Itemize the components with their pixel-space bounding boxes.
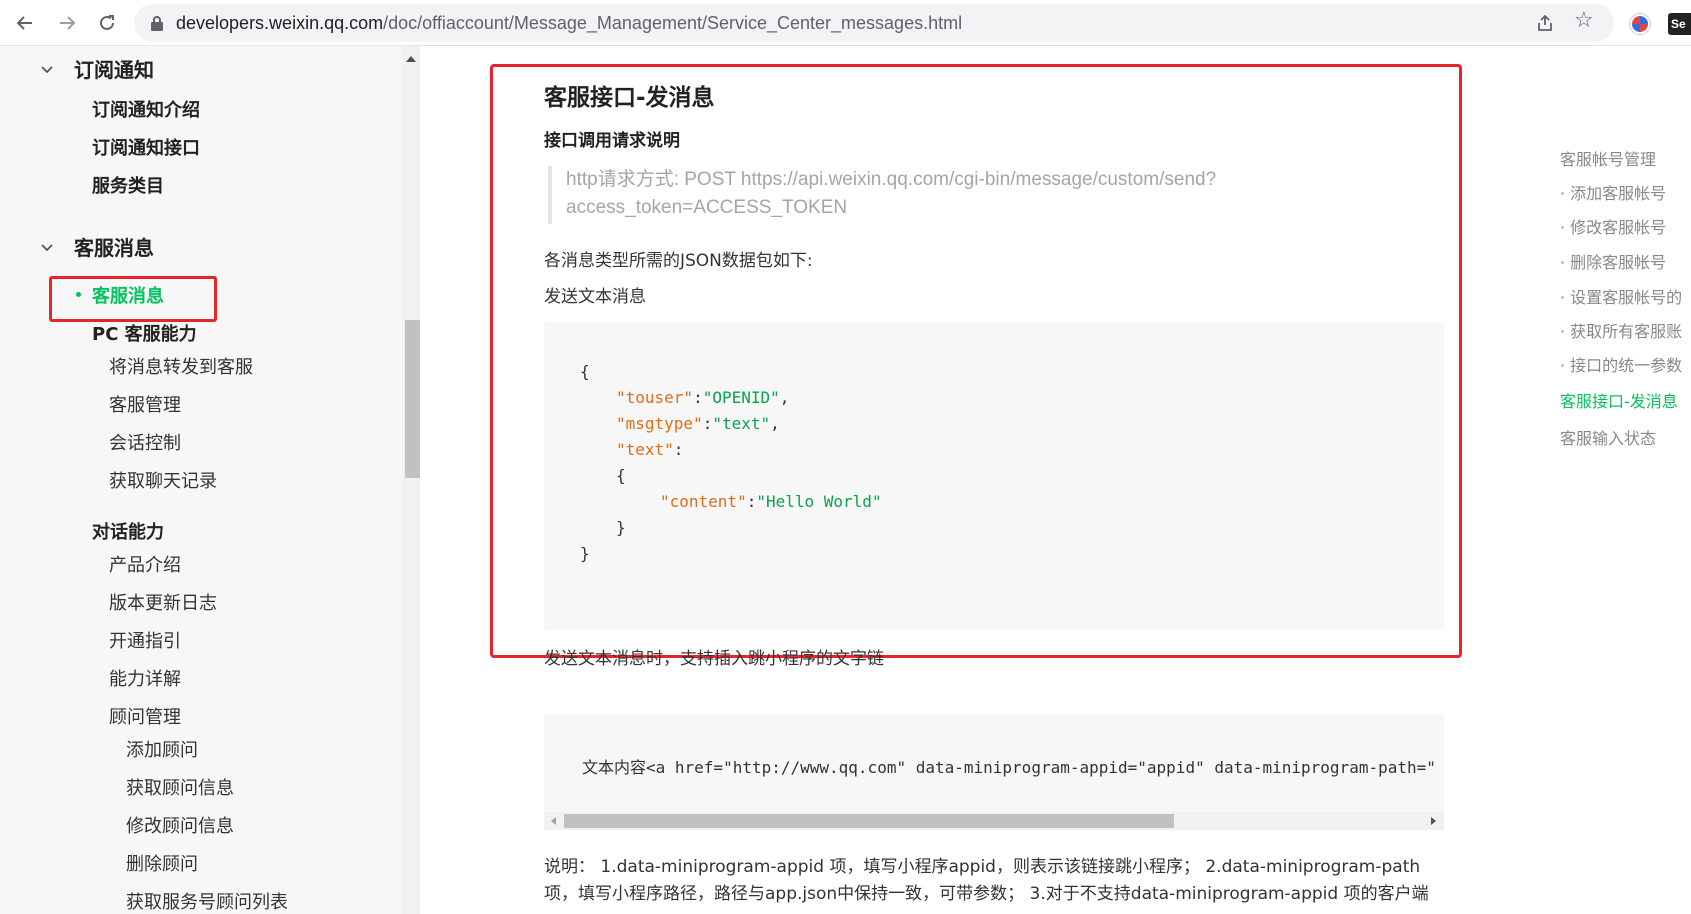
sidebar-group-dialog[interactable]: 对话能力 <box>92 518 164 544</box>
request-line-2: access_token=ACCESS_TOKEN <box>566 197 848 218</box>
sidebar-scrollbar[interactable] <box>402 46 420 914</box>
code-line-touser: "touser":"OPENID", <box>616 388 790 407</box>
lock-icon[interactable] <box>150 15 164 31</box>
sidebar-item-get-advisor[interactable]: 获取顾问信息 <box>126 774 234 800</box>
sidebar-item-service-management[interactable]: 客服管理 <box>109 391 181 417</box>
code-inner-open-brace: { <box>616 466 626 485</box>
toc-item-get-all-accounts[interactable]: · 获取所有客服账 <box>1560 318 1682 342</box>
bookmark-star-icon[interactable]: ☆ <box>1574 8 1594 33</box>
code-close-brace: } <box>580 544 590 563</box>
toc-item-send-message-active[interactable]: 客服接口-发消息 <box>1560 388 1678 412</box>
toc-item-typing-status[interactable]: 客服输入状态 <box>1560 425 1656 449</box>
extension-globe-icon[interactable] <box>1630 14 1650 34</box>
sidebar-section-subscribe[interactable]: 订阅通知 <box>40 54 154 83</box>
toc-item-delete-account[interactable]: · 删除客服帐号 <box>1560 249 1666 273</box>
highlight-box-sidebar <box>49 276 217 322</box>
code-open-brace: { <box>580 362 590 381</box>
link-code-block: 文本内容<a href="http://www.qq.com" data-min… <box>544 714 1444 830</box>
sidebar-item-add-advisor[interactable]: 添加顾问 <box>126 736 198 762</box>
sidebar-section-label: 订阅通知 <box>74 58 154 82</box>
sidebar-section-customer-message[interactable]: 客服消息 <box>40 232 154 261</box>
json-code-block: { "touser":"OPENID", "msgtype":"text", "… <box>544 322 1444 630</box>
toc-item-edit-account[interactable]: · 修改客服帐号 <box>1560 214 1666 238</box>
sidebar-item-onboarding[interactable]: 开通指引 <box>109 627 181 653</box>
request-subtitle: 接口调用请求说明 <box>544 131 680 151</box>
sidebar-item-chat-history[interactable]: 获取聊天记录 <box>109 467 217 493</box>
sidebar-item-delete-advisor[interactable]: 删除顾问 <box>126 850 198 876</box>
json-value: "text" <box>712 414 771 433</box>
link-code-line: 文本内容<a href="http://www.qq.com" data-min… <box>582 758 1436 777</box>
sidebar-item-subscribe-intro[interactable]: 订阅通知介绍 <box>92 96 200 122</box>
explanation-text: 说明： 1.data-miniprogram-appid 项，填写小程序appi… <box>544 857 1429 904</box>
code-inner-close-brace: } <box>616 518 626 537</box>
table-of-contents: 客服帐号管理 · 添加客服帐号 · 修改客服帐号 · 删除客服帐号 · 设置客服… <box>1560 46 1691 914</box>
reload-icon[interactable] <box>92 8 122 38</box>
text-message-heading: 发送文本消息 <box>544 287 646 307</box>
toc-item-account-management[interactable]: 客服帐号管理 <box>1560 146 1656 170</box>
request-blockquote: http请求方式: POST https://api.weixin.qq.com… <box>548 166 1308 224</box>
code-line-text: "text": <box>616 440 684 459</box>
link-support-text: 发送文本消息时，支持插入跳小程序的文字链 <box>544 649 884 669</box>
json-intro-text: 各消息类型所需的JSON数据包如下: <box>544 251 813 271</box>
address-bar[interactable]: developers.weixin.qq.com/doc/offiaccount… <box>134 4 1614 42</box>
browser-toolbar: developers.weixin.qq.com/doc/offiaccount… <box>0 0 1691 46</box>
sidebar-nav: 订阅通知 订阅通知介绍 订阅通知接口 服务类目 客服消息 客服消息 PC 客服能… <box>0 46 420 914</box>
toc-item-add-account[interactable]: · 添加客服帐号 <box>1560 180 1666 204</box>
code-line-content: "content":"Hello World" <box>660 492 882 511</box>
sidebar-item-subscribe-api[interactable]: 订阅通知接口 <box>92 134 200 160</box>
sidebar-section-label: 客服消息 <box>74 236 154 260</box>
url-text[interactable]: developers.weixin.qq.com/doc/offiaccount… <box>176 13 962 34</box>
json-key: "content" <box>660 492 747 511</box>
sidebar-item-session-control[interactable]: 会话控制 <box>109 429 181 455</box>
sidebar-item-service-category[interactable]: 服务类目 <box>92 172 164 198</box>
sidebar-group-pc[interactable]: PC 客服能力 <box>92 320 197 346</box>
main-content: 客服接口-发消息 接口调用请求说明 http请求方式: POST https:/… <box>440 46 1500 914</box>
forward-arrow-icon[interactable] <box>52 8 82 38</box>
sidebar-scrollbar-thumb[interactable] <box>405 320 420 478</box>
json-value: "OPENID" <box>702 388 780 407</box>
json-key: "touser" <box>616 388 694 407</box>
code-horizontal-scrollbar[interactable] <box>544 812 1444 830</box>
chevron-down-icon <box>41 243 53 251</box>
code-scrollbar-thumb[interactable] <box>564 814 1174 828</box>
sidebar-item-advisor-management[interactable]: 顾问管理 <box>109 703 181 729</box>
page-section-title: 客服接口-发消息 <box>544 85 715 111</box>
sidebar-item-product-intro[interactable]: 产品介绍 <box>109 551 181 577</box>
url-path: /doc/offiaccount/Message_Management/Serv… <box>383 13 963 33</box>
code-line-msgtype: "msgtype":"text", <box>616 414 780 433</box>
request-line-1: http请求方式: POST https://api.weixin.qq.com… <box>566 169 1217 190</box>
json-value: "Hello World" <box>756 492 882 511</box>
sidebar-item-capabilities[interactable]: 能力详解 <box>109 665 181 691</box>
scroll-up-arrow-icon[interactable] <box>406 56 416 62</box>
sidebar-item-advisor-list[interactable]: 获取服务号顾问列表 <box>126 888 288 914</box>
sidebar-item-changelog[interactable]: 版本更新日志 <box>109 589 217 615</box>
back-arrow-icon[interactable] <box>10 8 40 38</box>
json-key: "text" <box>616 440 674 459</box>
sidebar-item-edit-advisor[interactable]: 修改顾问信息 <box>126 812 234 838</box>
share-icon[interactable] <box>1536 14 1554 32</box>
toc-item-common-params[interactable]: · 接口的统一参数 <box>1560 352 1682 376</box>
scroll-right-arrow-icon[interactable] <box>1431 817 1436 825</box>
sidebar-item-forward-to-service[interactable]: 将消息转发到客服 <box>109 353 253 379</box>
chevron-down-icon <box>41 65 53 73</box>
toc-item-set-account-avatar[interactable]: · 设置客服帐号的 <box>1560 284 1682 308</box>
url-host: developers.weixin.qq.com <box>176 13 384 33</box>
extension-se-label: Se <box>1671 17 1686 31</box>
scroll-left-arrow-icon[interactable] <box>551 817 556 825</box>
extension-se-icon[interactable]: Se <box>1668 13 1691 35</box>
json-key: "msgtype" <box>616 414 703 433</box>
